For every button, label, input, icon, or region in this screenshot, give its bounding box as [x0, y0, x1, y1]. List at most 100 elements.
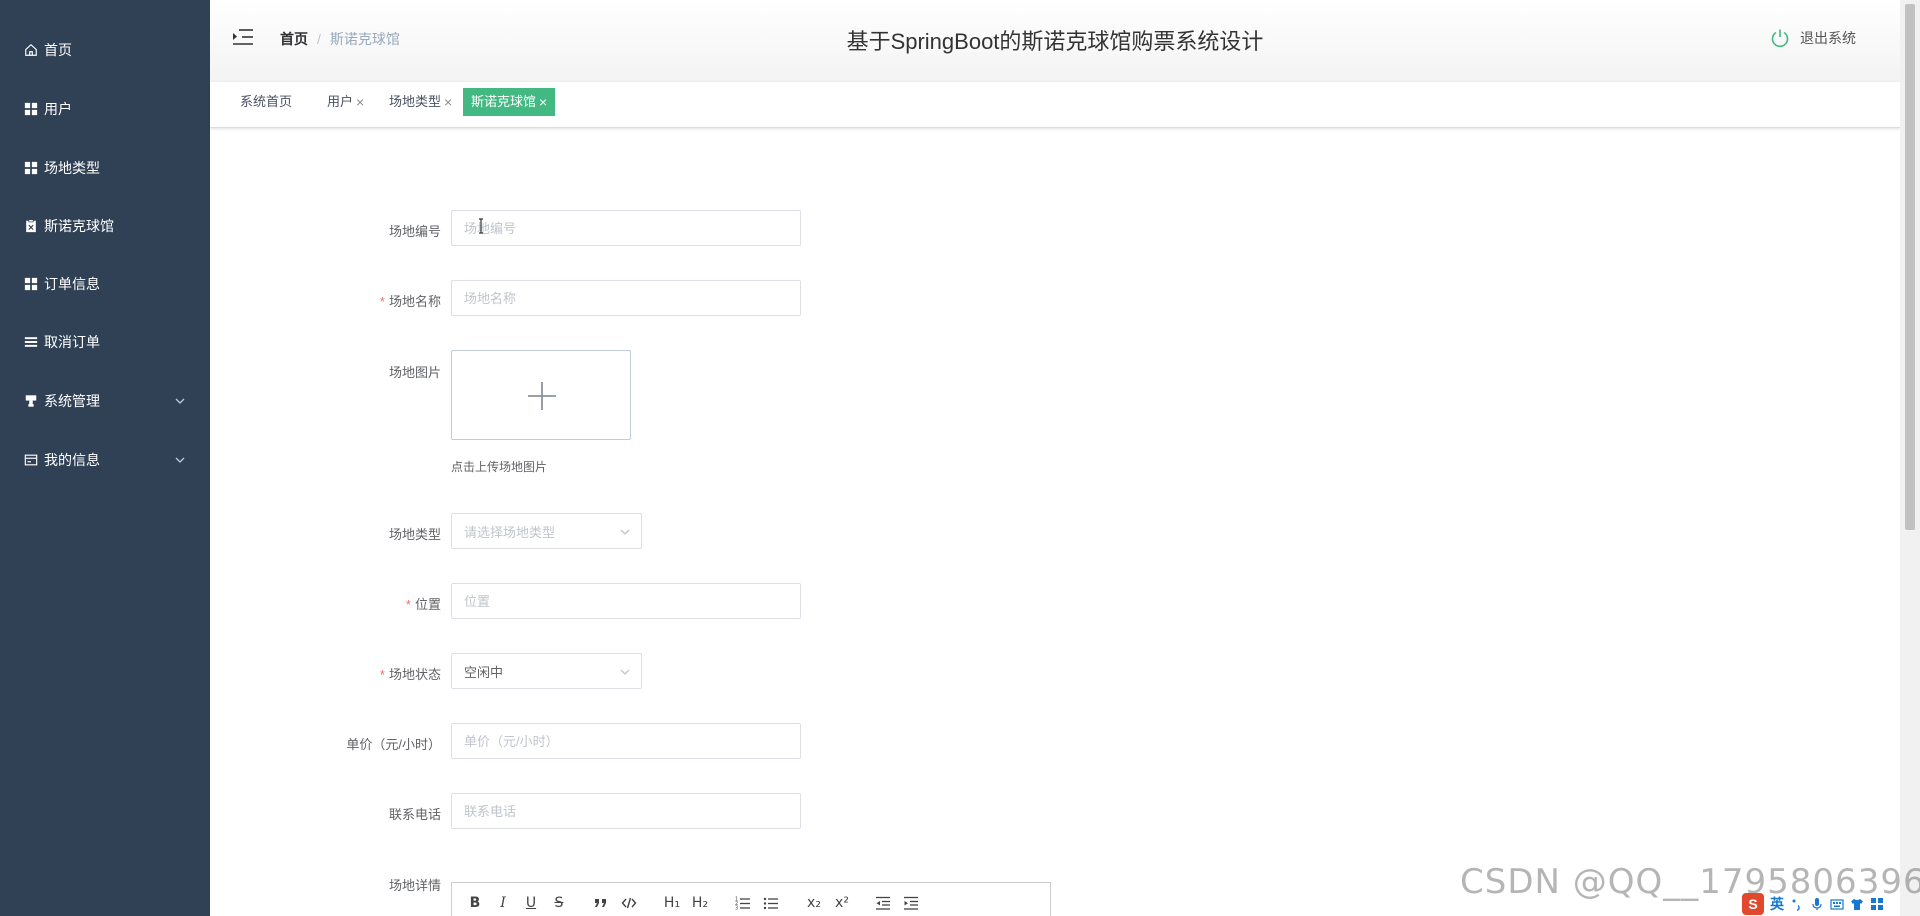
chevron-down-icon — [620, 529, 630, 535]
skin-shirt-icon[interactable] — [1850, 897, 1864, 911]
page-title-wrap: 基于SpringBoot的斯诺克球馆购票系统设计 — [210, 24, 1900, 56]
text-cursor-icon — [479, 218, 483, 234]
status-label: * 场地状态 — [379, 667, 441, 682]
superscript-icon[interactable]: x² — [832, 893, 852, 913]
breadcrumb-home[interactable]: 首页 — [280, 29, 308, 49]
status-select[interactable]: 空闲中 — [451, 653, 642, 689]
chevron-down-icon — [175, 398, 185, 404]
chevron-down-icon — [175, 457, 185, 463]
unit-price-label: 单价（元/小时） — [346, 737, 441, 752]
venue-type-select[interactable]: 请选择场地类型 — [451, 513, 642, 549]
sidebar-item-label: 首页 — [44, 42, 72, 58]
grid-icon — [24, 102, 38, 116]
keyboard-icon[interactable] — [1830, 897, 1844, 911]
subscript-icon[interactable]: x₂ — [804, 893, 824, 913]
stamp-icon — [24, 394, 38, 408]
tag-snooker-hall[interactable]: 斯诺克球馆 × — [463, 88, 556, 116]
sidebar-item-users[interactable]: 用户 — [0, 89, 210, 129]
logout-label: 退出系统 — [1800, 30, 1856, 46]
power-icon — [1771, 29, 1789, 48]
bold-icon[interactable]: B — [466, 893, 484, 913]
chevron-down-icon — [620, 669, 630, 675]
tag-label: 斯诺克球馆 — [471, 94, 537, 109]
ime-language-label[interactable]: 英 — [1770, 894, 1784, 914]
logout-button[interactable]: 退出系统 — [1770, 28, 1856, 48]
close-icon[interactable]: × — [539, 88, 547, 116]
sidebar-item-label: 我的信息 — [44, 452, 100, 468]
bullet-list-icon[interactable] — [762, 893, 780, 913]
phone-input[interactable] — [451, 793, 801, 829]
list-icon — [24, 335, 38, 349]
details-label: 场地详情 — [388, 878, 441, 893]
vertical-scrollbar[interactable] — [1900, 0, 1920, 916]
sidebar-item-venue-type[interactable]: 场地类型 — [0, 148, 210, 188]
breadcrumb-separator: / — [317, 31, 321, 47]
sidebar-item-label: 用户 — [44, 101, 72, 117]
underline-icon[interactable]: U — [522, 893, 540, 913]
code-block-icon[interactable] — [620, 893, 638, 913]
ordered-list-icon[interactable]: 123 — [734, 893, 752, 913]
indent-icon[interactable] — [902, 893, 920, 913]
sidebar-item-home[interactable]: 首页 — [0, 30, 210, 70]
venue-image-label: 场地图片 — [388, 365, 441, 380]
header2-icon[interactable]: H₂ — [690, 893, 710, 913]
venue-no-label: 场地编号 — [388, 224, 441, 239]
grid-icon — [24, 277, 38, 291]
top-header: 首页 / 斯诺克球馆 基于SpringBoot的斯诺克球馆购票系统设计 退出系统 — [210, 0, 1900, 82]
rich-text-editor[interactable]: B I U S H₁ H₂ 123 x₂ x² — [451, 882, 1051, 916]
apps-grid-icon[interactable] — [1870, 897, 1884, 911]
venue-type-placeholder: 请选择场地类型 — [464, 524, 556, 540]
svg-text:3: 3 — [735, 906, 738, 912]
scrollbar-thumb[interactable] — [1905, 4, 1915, 530]
sidebar-item-system-management[interactable]: 系统管理 — [0, 381, 210, 421]
unit-price-input[interactable] — [451, 723, 801, 759]
location-label: * 位置 — [405, 597, 441, 612]
tags-view: 系统首页 用户 × 场地类型 × 斯诺克球馆 × — [210, 82, 1900, 128]
tag-label: 用户 — [327, 94, 354, 109]
strikethrough-icon[interactable]: S — [550, 893, 568, 913]
sidebar-item-orders[interactable]: 订单信息 — [0, 264, 210, 304]
hamburger-toggle-icon[interactable] — [232, 28, 254, 46]
tag-label: 系统首页 — [240, 94, 293, 109]
venue-image-uploader[interactable] — [451, 350, 631, 440]
sidebar-item-label: 斯诺克球馆 — [44, 218, 114, 234]
tag-label: 场地类型 — [389, 94, 442, 109]
close-icon[interactable]: × — [356, 88, 364, 116]
italic-icon[interactable]: I — [494, 893, 512, 913]
venue-no-input[interactable] — [451, 210, 801, 246]
sidebar-item-my-info[interactable]: 我的信息 — [0, 440, 210, 480]
plus-icon — [528, 382, 556, 410]
sidebar-item-label: 场地类型 — [44, 160, 100, 176]
outdent-icon[interactable] — [874, 893, 892, 913]
ime-logo-icon[interactable]: S — [1742, 893, 1764, 915]
sidebar-item-cancel-orders[interactable]: 取消订单 — [0, 322, 210, 362]
tag-users[interactable]: 用户 × — [319, 88, 372, 116]
breadcrumb: 首页 / 斯诺克球馆 — [280, 29, 400, 49]
microphone-icon[interactable] — [1810, 897, 1824, 911]
sidebar-item-label: 系统管理 — [44, 393, 100, 409]
sidebar: 首页 用户 场地类型 斯诺克球馆 订单信息 取消订单 系统管理 我的信息 — [0, 0, 210, 916]
status-value: 空闲中 — [464, 664, 504, 680]
tag-venue-type[interactable]: 场地类型 × — [381, 88, 460, 116]
ime-toolbar: S 英 — [1742, 892, 1920, 916]
tag-system-home[interactable]: 系统首页 — [232, 88, 300, 116]
card-icon — [24, 453, 38, 467]
blockquote-icon[interactable] — [592, 893, 610, 913]
punctuation-icon[interactable] — [1790, 897, 1804, 911]
home-icon — [24, 43, 38, 57]
sidebar-item-label: 订单信息 — [44, 276, 100, 292]
venue-name-label: * 场地名称 — [379, 294, 441, 309]
clipboard-icon — [24, 219, 38, 233]
header1-icon[interactable]: H₁ — [662, 893, 682, 913]
sidebar-item-snooker-hall[interactable]: 斯诺克球馆 — [0, 206, 210, 246]
location-input[interactable] — [451, 583, 801, 619]
venue-type-label: 场地类型 — [388, 527, 441, 542]
upload-tip: 点击上传场地图片 — [451, 460, 548, 474]
grid-icon — [24, 161, 38, 175]
close-icon[interactable]: × — [444, 88, 452, 116]
venue-name-input[interactable] — [451, 280, 801, 316]
breadcrumb-current: 斯诺克球馆 — [329, 31, 400, 47]
phone-label: 联系电话 — [388, 807, 441, 822]
sidebar-item-label: 取消订单 — [44, 334, 100, 350]
page-title: 基于SpringBoot的斯诺克球馆购票系统设计 — [846, 29, 1264, 54]
